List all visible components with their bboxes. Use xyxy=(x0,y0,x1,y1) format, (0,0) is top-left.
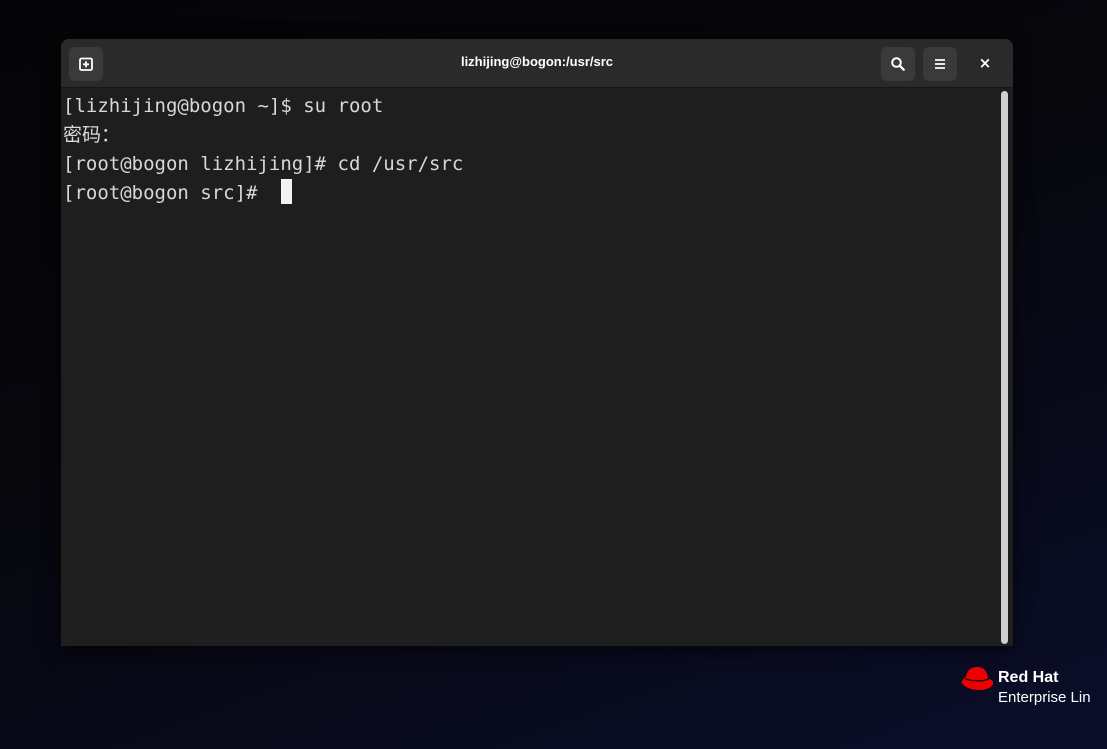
terminal-line: [root@bogon lizhijing]# cd /usr/src xyxy=(63,153,464,175)
terminal-output[interactable]: [lizhijing@bogon ~]$ su root 密码： [root@b… xyxy=(61,88,1013,646)
brand-name: Red Hat xyxy=(998,669,1059,686)
titlebar[interactable]: lizhijing@bogon:/usr/src × xyxy=(61,39,1013,88)
redhat-logo-icon xyxy=(961,667,993,690)
text-cursor xyxy=(281,179,292,204)
terminal-line: [lizhijing@bogon ~]$ su root xyxy=(63,95,384,117)
scrollbar[interactable] xyxy=(999,91,1009,644)
window-title: lizhijing@bogon:/usr/src xyxy=(460,54,614,69)
menu-button[interactable] xyxy=(923,47,957,81)
terminal-line: [root@bogon src]# xyxy=(63,182,269,204)
close-icon: × xyxy=(978,54,992,72)
scrollbar-thumb[interactable] xyxy=(1001,91,1008,644)
search-icon xyxy=(891,57,905,71)
redhat-brand: Red Hat Enterprise Lin xyxy=(959,666,1107,706)
close-button[interactable]: × xyxy=(973,51,997,75)
terminal-window: lizhijing@bogon:/usr/src × [lizhijing@bo… xyxy=(61,39,1013,646)
terminal-line: 密码： xyxy=(63,124,121,146)
brand-product: Enterprise Lin xyxy=(998,689,1091,706)
hamburger-menu-icon xyxy=(935,59,945,69)
search-button[interactable] xyxy=(881,47,915,81)
